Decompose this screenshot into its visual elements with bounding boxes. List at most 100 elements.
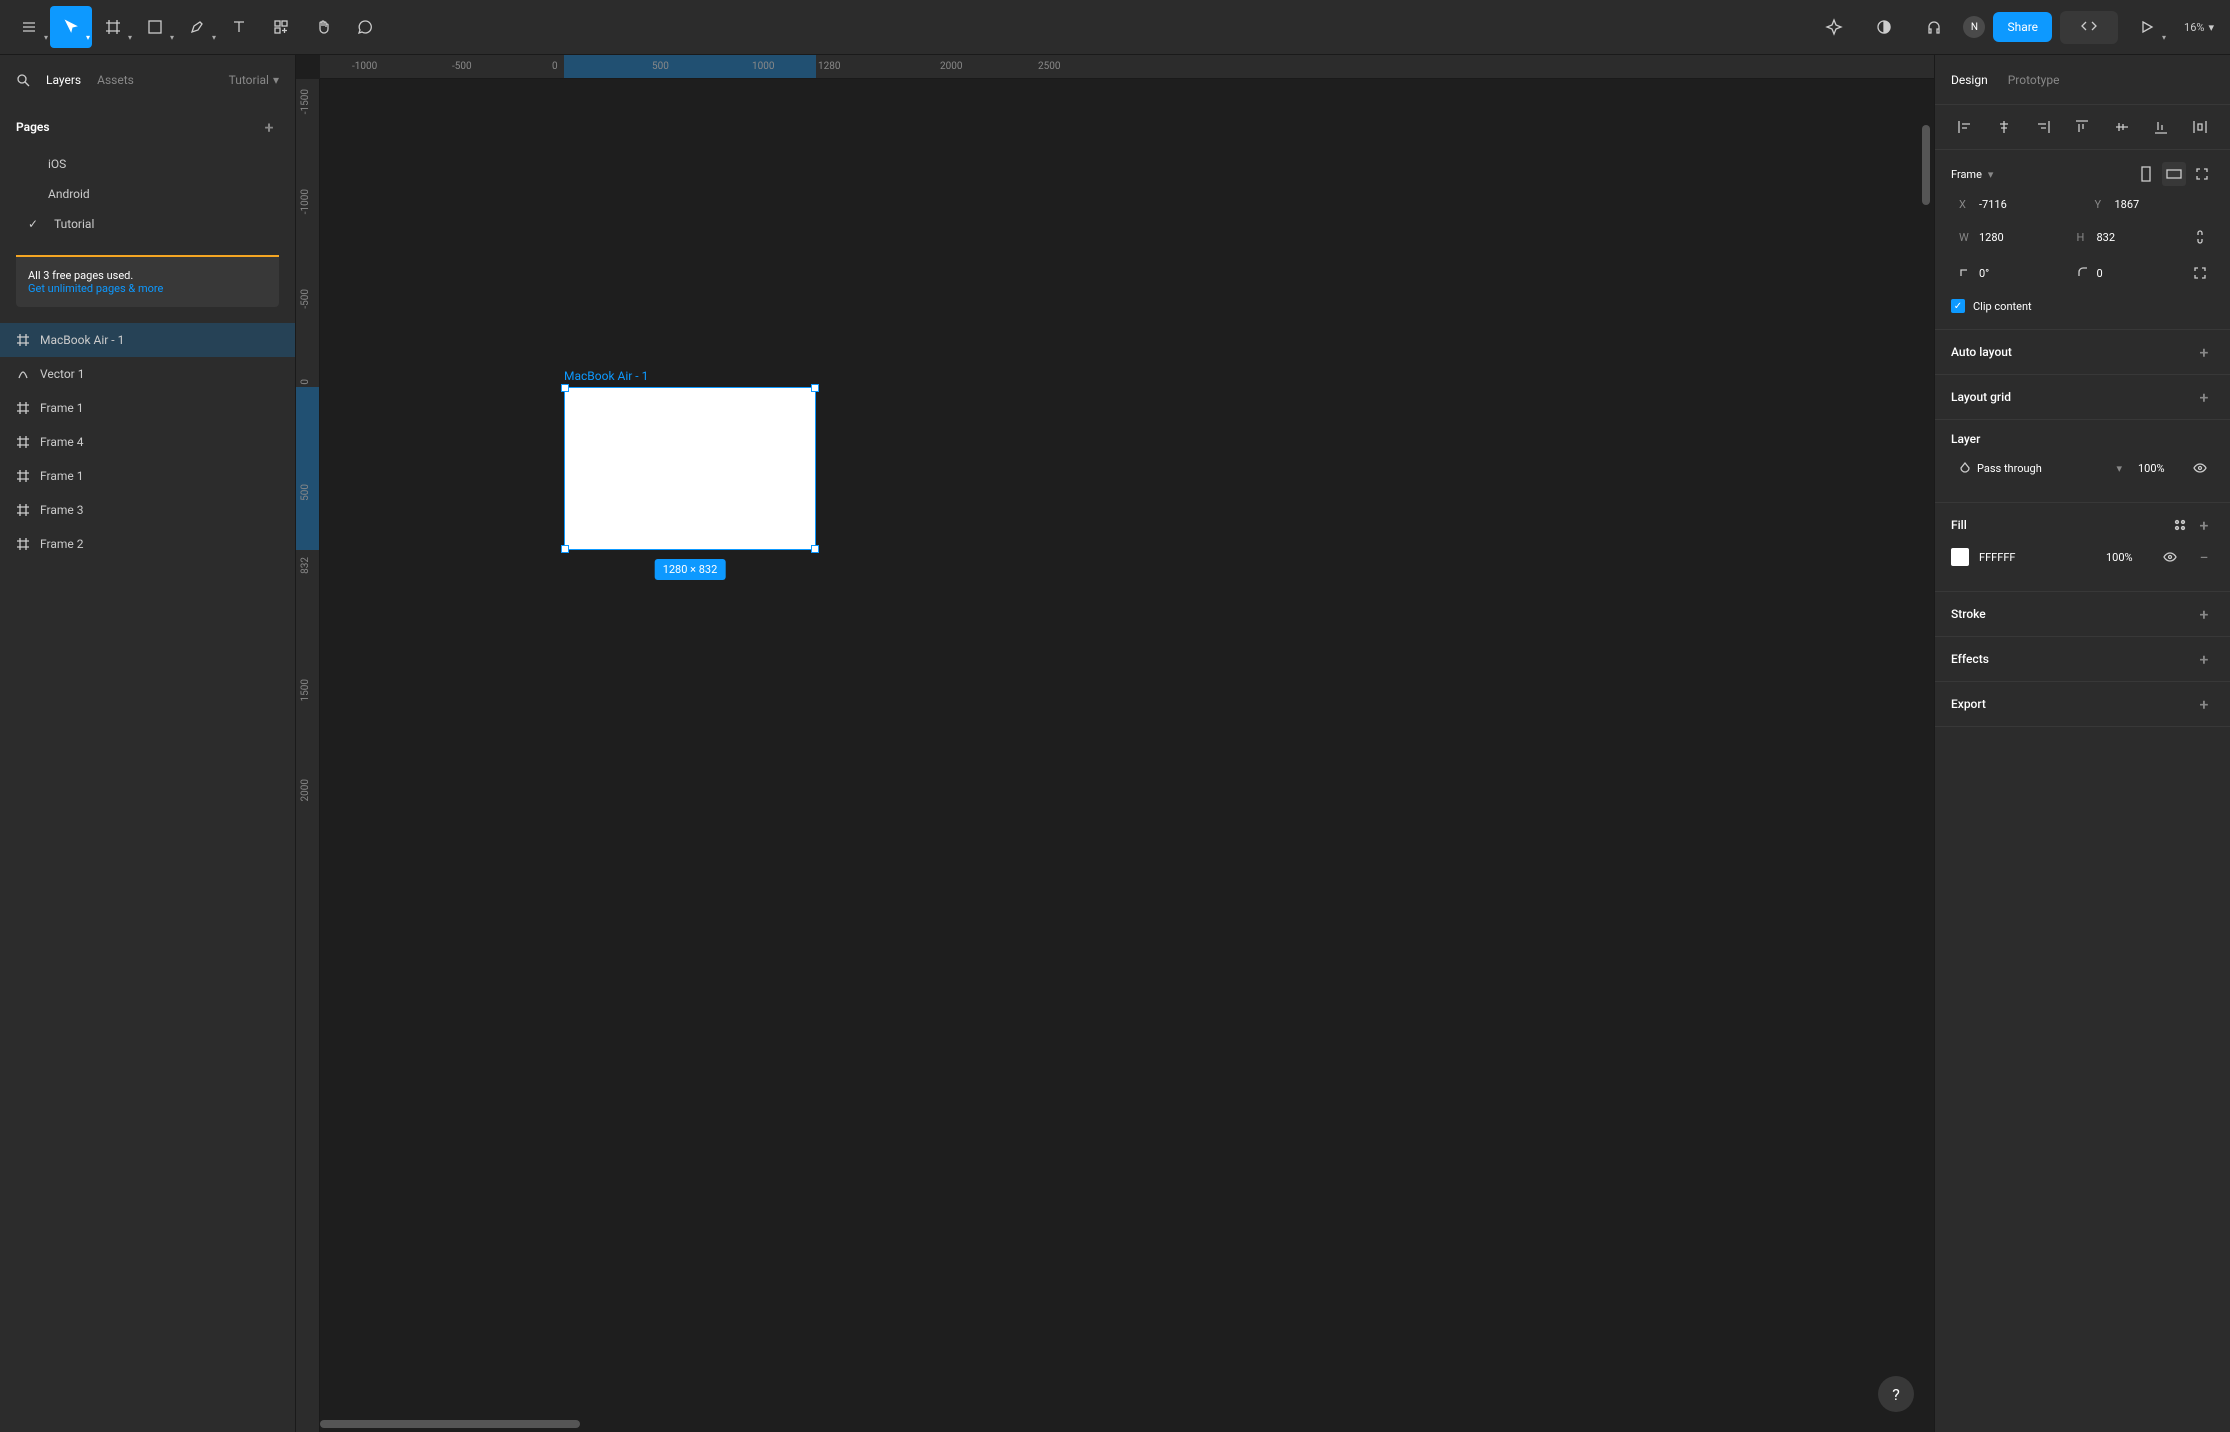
present-button[interactable]: ▾ (2126, 6, 2168, 48)
align-bottom-button[interactable] (2147, 113, 2175, 141)
selected-frame[interactable] (564, 387, 816, 550)
resources-button[interactable] (260, 6, 302, 48)
page-item-tutorial[interactable]: Tutorial (0, 209, 295, 239)
layer-opacity-input[interactable] (2138, 462, 2178, 475)
hand-tool-button[interactable] (302, 6, 344, 48)
canvas-scrollbar-h[interactable] (320, 1420, 580, 1428)
fit-button[interactable] (2190, 162, 2214, 186)
add-auto-layout-button[interactable]: + (2194, 342, 2214, 362)
width-input[interactable] (1979, 231, 2029, 244)
dev-mode-button[interactable] (2060, 11, 2118, 44)
dimensions-badge: 1280 × 832 (655, 559, 726, 580)
frame-icon (105, 19, 121, 35)
fill-swatch[interactable] (1951, 548, 1969, 566)
orientation-portrait-button[interactable] (2134, 162, 2158, 186)
tab-layers[interactable]: Layers (46, 73, 81, 87)
page-item-ios[interactable]: iOS (0, 149, 295, 179)
page-item-android[interactable]: Android (0, 179, 295, 209)
tab-assets[interactable]: Assets (97, 73, 134, 87)
add-export-button[interactable]: + (2194, 694, 2214, 714)
zoom-control[interactable]: 16% ▾ (2176, 21, 2222, 34)
canvas-scrollbar-v[interactable] (1922, 125, 1930, 205)
chevron-down-icon: ▾ (2208, 21, 2214, 34)
stroke-section-label: Stroke (1951, 607, 1986, 621)
clip-content-checkbox[interactable]: ✓ (1951, 299, 1965, 313)
fill-styles-button[interactable] (2170, 515, 2190, 535)
ai-button[interactable] (1813, 6, 1855, 48)
resize-handle-bl[interactable] (561, 545, 569, 553)
distribute-button[interactable] (2186, 113, 2214, 141)
shape-tool-button[interactable]: ▾ (134, 6, 176, 48)
rotation-input[interactable] (1979, 267, 2029, 280)
rectangle-icon (147, 19, 163, 35)
move-tool-button[interactable]: ▾ (50, 6, 92, 48)
layer-item-macbook-air-1[interactable]: MacBook Air - 1 (0, 323, 295, 357)
chevron-down-icon: ▾ (273, 73, 279, 87)
align-right-button[interactable] (2029, 113, 2057, 141)
text-tool-button[interactable] (218, 6, 260, 48)
remove-fill-button[interactable]: − (2194, 547, 2214, 567)
layer-item-frame-4[interactable]: Frame 4 (0, 425, 295, 459)
tab-prototype[interactable]: Prototype (2008, 73, 2060, 87)
add-page-button[interactable]: + (259, 117, 279, 137)
canvas-area[interactable]: -1000 -500 0 500 1000 1280 2000 2500 -15… (296, 55, 1934, 1432)
height-input[interactable] (2097, 231, 2147, 244)
dark-mode-button[interactable] (1863, 6, 1905, 48)
search-icon[interactable] (16, 73, 30, 87)
layer-item-frame-1a[interactable]: Frame 1 (0, 391, 295, 425)
ruler-tick: 2500 (1038, 61, 1060, 72)
blend-mode-select[interactable]: Pass through ▾ (1951, 458, 2130, 479)
frame-tool-button[interactable]: ▾ (92, 6, 134, 48)
y-input[interactable] (2115, 198, 2165, 211)
layer-item-frame-2[interactable]: Frame 2 (0, 527, 295, 561)
layer-visibility-button[interactable] (2186, 454, 2214, 482)
right-sidebar: Design Prototype Frame ▾ (1934, 55, 2230, 1432)
fill-hex[interactable]: FFFFFF (1979, 551, 2015, 564)
resize-handle-br[interactable] (811, 545, 819, 553)
rotation-field[interactable] (1951, 262, 2061, 285)
add-effect-button[interactable]: + (2194, 649, 2214, 669)
align-vcenter-button[interactable] (2108, 113, 2136, 141)
add-fill-button[interactable]: + (2194, 515, 2214, 535)
main-menu-button[interactable]: ▾ (8, 6, 50, 48)
frame-label[interactable]: MacBook Air - 1 (564, 369, 648, 383)
corner-radius-field[interactable] (2069, 262, 2179, 285)
upsell-banner: All 3 free pages used. Get unlimited pag… (16, 255, 279, 307)
x-position-field[interactable]: X (1951, 194, 2079, 215)
voice-button[interactable] (1913, 6, 1955, 48)
align-hcenter-button[interactable] (1990, 113, 2018, 141)
resize-handle-tr[interactable] (811, 384, 819, 392)
pen-tool-button[interactable]: ▾ (176, 6, 218, 48)
add-layout-grid-button[interactable]: + (2194, 387, 2214, 407)
fill-opacity-input[interactable] (2106, 551, 2146, 564)
layer-item-frame-3[interactable]: Frame 3 (0, 493, 295, 527)
share-button[interactable]: Share (1993, 12, 2052, 42)
corner-radius-input[interactable] (2097, 267, 2147, 280)
user-avatar[interactable]: N (1963, 16, 1985, 38)
height-field[interactable]: H (2069, 227, 2179, 248)
independent-corners-button[interactable] (2186, 259, 2214, 287)
comment-tool-button[interactable] (344, 6, 386, 48)
frame-type-label[interactable]: Frame (1951, 168, 1982, 181)
upsell-link[interactable]: Get unlimited pages & more (28, 282, 163, 295)
add-stroke-button[interactable]: + (2194, 604, 2214, 624)
layer-item-vector-1[interactable]: Vector 1 (0, 357, 295, 391)
help-button[interactable]: ? (1878, 1376, 1914, 1412)
y-position-field[interactable]: Y (2087, 194, 2215, 215)
chevron-down-icon: ▾ (1988, 168, 1994, 181)
align-left-button[interactable] (1951, 113, 1979, 141)
resize-handle-tl[interactable] (561, 384, 569, 392)
frame-icon (16, 435, 30, 449)
orientation-landscape-button[interactable] (2162, 162, 2186, 186)
x-input[interactable] (1979, 198, 2029, 211)
frame-icon (16, 401, 30, 415)
align-top-button[interactable] (2068, 113, 2096, 141)
project-selector[interactable]: Tutorial ▾ (229, 73, 279, 87)
link-dimensions-button[interactable] (2186, 223, 2214, 251)
width-field[interactable]: W (1951, 227, 2061, 248)
fill-visibility-button[interactable] (2156, 543, 2184, 571)
zoom-value: 16% (2184, 21, 2204, 34)
layer-item-frame-1b[interactable]: Frame 1 (0, 459, 295, 493)
tab-design[interactable]: Design (1951, 73, 1988, 87)
ruler-tick: -500 (300, 289, 311, 309)
